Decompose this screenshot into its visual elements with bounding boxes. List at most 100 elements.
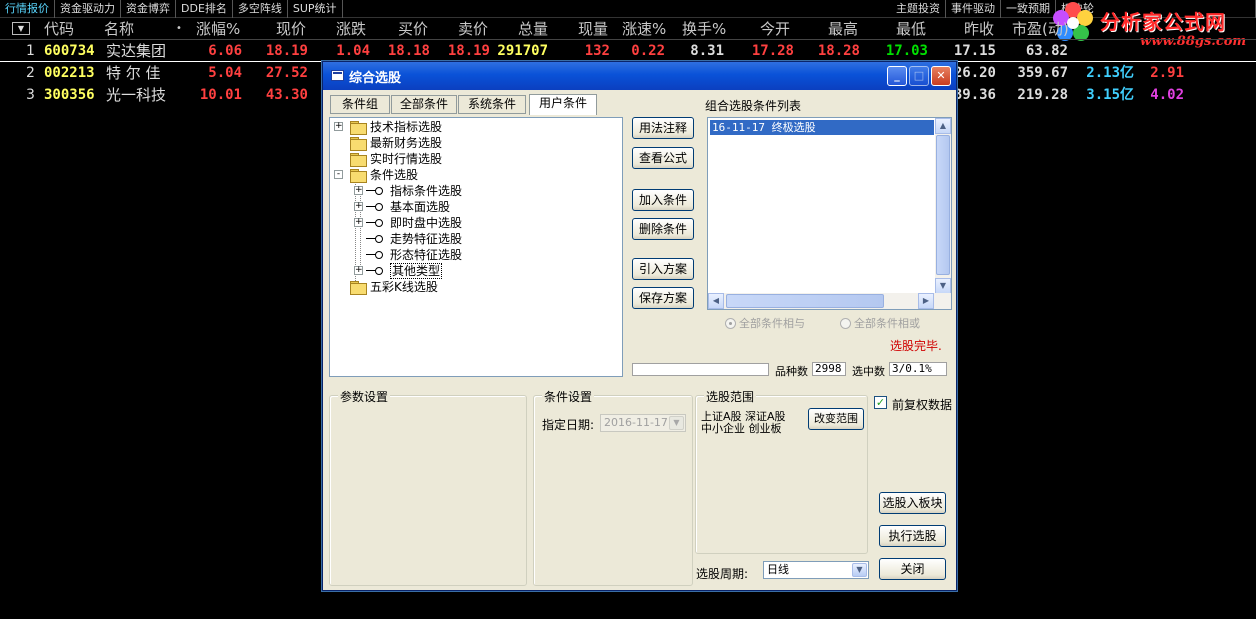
vertical-scrollbar[interactable]: ▲ ▼ [935,118,951,294]
minimize-button[interactable]: _ [887,66,907,86]
col-header-turnover[interactable]: 换手% [682,18,726,40]
tab-user-conditions[interactable]: 用户条件 [529,94,597,115]
col-header-bid[interactable]: 买价 [398,18,428,40]
tree-node-label: 五彩K线选股 [370,280,438,294]
window-icon [331,70,344,81]
chg-cell: 1.04 [336,43,370,59]
col-header-name[interactable]: 名称 [104,18,134,40]
tree-node-label: 指标条件选股 [390,184,463,198]
delete-condition-button[interactable]: 删除条件 [632,218,694,240]
col-header-code[interactable]: 代码 [44,18,74,40]
folder-icon [350,169,367,183]
radio-dot-icon [725,318,736,329]
condition-tree[interactable]: + 技术指标选股 最新财务选股 实时行情选股 - 条件选股 + 指标条件选股 +… [329,117,623,377]
forward-adjust-checkbox[interactable]: ✓ [874,396,887,409]
market-cap-cell: 2.13亿 [1086,65,1134,81]
col-header-open[interactable]: 今开 [760,18,790,40]
tab-condition-group[interactable]: 条件组 [330,95,390,114]
radio-all-and[interactable]: 全部条件相与 [725,315,805,331]
cur-volume-cell: 132 [584,43,610,59]
stock-code: 600734 [44,43,95,59]
view-formula-button[interactable]: 查看公式 [632,147,694,169]
period-select[interactable]: 日线 ▼ [763,561,869,579]
scroll-down-icon[interactable]: ▼ [935,278,951,294]
date-value: 2016-11-17 [604,416,668,429]
progress-bar [632,363,769,376]
scroll-up-icon[interactable]: ▲ [935,118,951,134]
scroll-left-icon[interactable]: ◀ [708,293,724,309]
column-menu-dropdown[interactable]: ▼ [12,22,30,35]
col-header-pe[interactable]: 市盈(动) [1012,18,1069,40]
extra-cell: 2.91 [1150,65,1184,81]
tab-system-conditions[interactable]: 系统条件 [458,95,526,114]
usage-notes-button[interactable]: 用法注释 [632,117,694,139]
chevron-down-icon[interactable]: ▼ [669,416,684,430]
radio-all-or[interactable]: 全部条件相或 [840,315,920,331]
scroll-thumb-horizontal[interactable] [726,294,884,308]
price-cell: 27.52 [265,65,308,81]
speed-cell: 0.22 [631,43,665,59]
col-header-chg-pct[interactable]: 涨幅% [196,18,240,40]
col-header-prev-close[interactable]: 昨收 [964,18,994,40]
col-header-volume[interactable]: 总量 [518,18,548,40]
col-header-high[interactable]: 最高 [828,18,858,40]
dialog-titlebar[interactable]: 综合选股 _ □ ✕ [323,62,956,90]
close-window-button[interactable]: ✕ [931,66,951,86]
period-value: 日线 [767,563,789,576]
expand-icon[interactable]: + [354,186,363,195]
expand-icon[interactable]: + [354,266,363,275]
expand-icon[interactable]: + [334,122,343,131]
maximize-button[interactable]: □ [909,66,929,86]
chg-pct-cell: 10.01 [199,87,242,103]
import-plan-button[interactable]: 引入方案 [632,258,694,280]
key-icon [366,203,383,211]
tab-sup-stats[interactable]: SUP统计 [288,0,343,18]
tab-all-conditions[interactable]: 全部条件 [391,95,457,114]
tab-consensus[interactable]: 一致预期 [1001,0,1056,18]
radio-dot-icon [840,318,851,329]
add-to-block-button[interactable]: 选股入板块 [879,492,946,514]
tree-node-label: 走势特征选股 [390,232,463,246]
tree-node-label: 条件选股 [370,168,419,182]
low-cell: 17.03 [885,43,928,59]
close-button[interactable]: 关闭 [879,558,946,580]
col-header-ask[interactable]: 卖价 [458,18,488,40]
collapse-icon[interactable]: - [334,170,343,179]
col-header-low[interactable]: 最低 [896,18,926,40]
tab-theme-invest[interactable]: 主题投资 [891,0,946,18]
tab-dde-rank[interactable]: DDE排名 [176,0,233,18]
count-value: 2998 [812,362,846,376]
tab-event-drive[interactable]: 事件驱动 [946,0,1001,18]
col-header-speed[interactable]: 涨速% [622,18,666,40]
tree-node-label: 实时行情选股 [370,152,443,166]
execute-screening-button[interactable]: 执行选股 [879,525,946,547]
condition-list[interactable]: 16-11-17 终极选股 ▲ ▼ ◀ ▶ [707,117,952,310]
save-plan-button[interactable]: 保存方案 [632,287,694,309]
scroll-right-icon[interactable]: ▶ [918,293,934,309]
key-icon [366,219,383,227]
add-condition-button[interactable]: 加入条件 [632,189,694,211]
date-picker[interactable]: 2016-11-17 ▼ [600,414,686,432]
col-header-chg[interactable]: 涨跌 [336,18,366,40]
expand-icon[interactable]: + [354,218,363,227]
list-item[interactable]: 16-11-17 终极选股 [710,120,934,135]
tree-node-label-focused: 其他类型 [390,263,443,279]
dialog-title: 综合选股 [349,71,402,86]
radio-all-and-label: 全部条件相与 [739,317,805,330]
scroll-thumb-vertical[interactable] [936,135,950,275]
expand-icon[interactable]: + [354,202,363,211]
tab-fund-game[interactable]: 资金博弈 [121,0,176,18]
tab-quotes[interactable]: 行情报价 [0,0,55,18]
tab-long-short[interactable]: 多空阵线 [233,0,288,18]
change-range-button[interactable]: 改变范围 [808,408,864,430]
table-row[interactable]: 1 600734 实达集团 6.06 18.19 1.04 18.18 18.1… [0,40,1256,62]
col-header-price[interactable]: 现价 [276,18,306,40]
tab-fund-drive[interactable]: 资金驱动力 [55,0,121,18]
tree-node-label: 即时盘中选股 [390,216,463,230]
row-index: 3 [26,87,35,103]
col-header-cur-volume[interactable]: 现量 [578,18,608,40]
chevron-down-icon[interactable]: ▼ [852,563,867,577]
key-icon [366,251,383,259]
range-line-2: 中小企业 创业板 [701,422,782,435]
horizontal-scrollbar[interactable]: ◀ ▶ [708,293,951,309]
